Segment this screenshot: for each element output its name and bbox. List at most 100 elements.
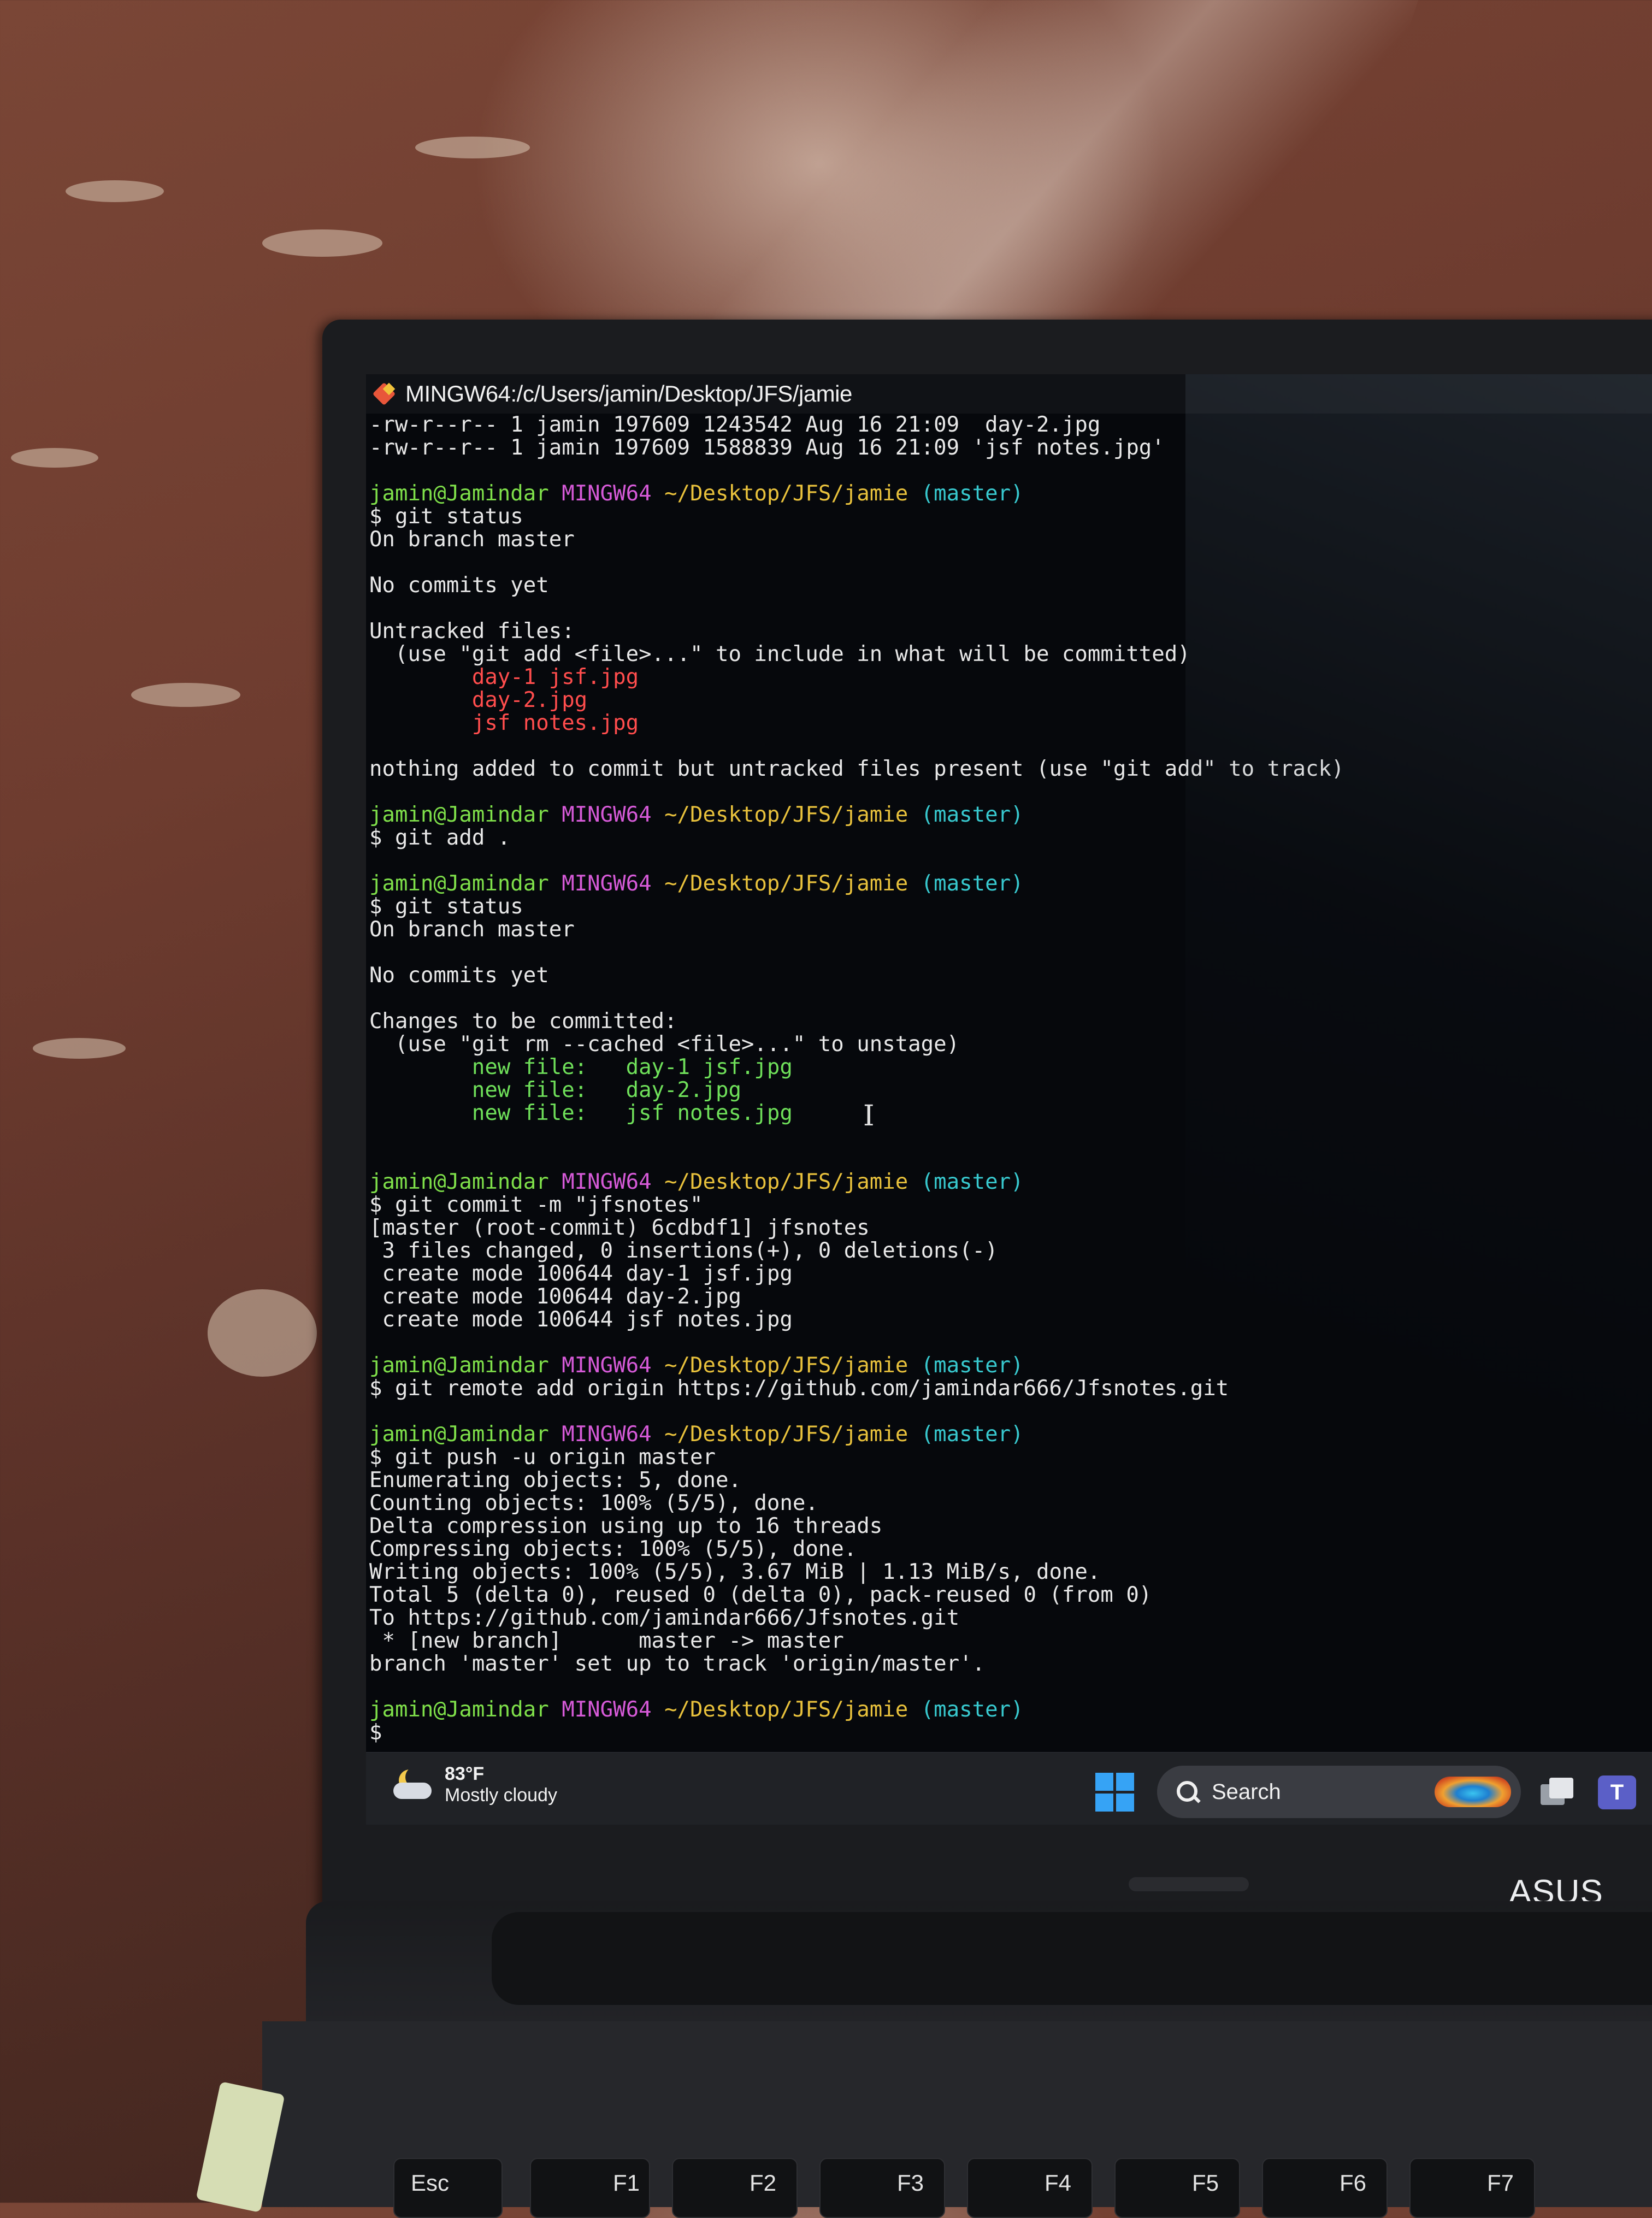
staged-file: new file: jsf notes.jpg <box>369 1101 793 1125</box>
teams-icon[interactable]: T <box>1598 1775 1636 1809</box>
bezel-notch <box>1129 1877 1249 1891</box>
prompt-branch: (master) <box>921 803 1024 827</box>
window-title: MINGW64:/c/Users/jamin/Desktop/JFS/jamie <box>405 381 852 406</box>
terminal-line: To https://github.com/jamindar666/Jfsnot… <box>369 1606 960 1630</box>
command-line: $ git add . <box>369 825 511 850</box>
table-fleck <box>208 1289 317 1377</box>
windows-taskbar: 83°F Mostly cloudy Search T <box>366 1752 1652 1825</box>
prompt-system: MINGW64 <box>562 871 652 896</box>
prompt-path: ~/Desktop/JFS/jamie <box>664 1170 908 1194</box>
key-label: F3 <box>897 2170 924 2196</box>
command-line: $ git commit -m "jfsnotes" <box>369 1193 703 1217</box>
search-highlight-icon <box>1435 1777 1511 1807</box>
prompt-branch: (master) <box>921 1697 1024 1722</box>
terminal-line: create mode 100644 day-1 jsf.jpg <box>369 1261 793 1286</box>
prompt-system: MINGW64 <box>562 803 652 827</box>
terminal-line: No commits yet <box>369 573 549 598</box>
weather-widget[interactable]: 83°F Mostly cloudy <box>393 1763 557 1806</box>
prompt-branch: (master) <box>921 1422 1024 1447</box>
shell-prompt: jamin@Jamindar MINGW64 ~/Desktop/JFS/jam… <box>369 1171 1652 1194</box>
table-fleck <box>33 1038 126 1059</box>
windows-start-button[interactable] <box>1095 1773 1135 1812</box>
prompt-branch: (master) <box>921 1170 1024 1194</box>
key-label: F4 <box>1045 2170 1072 2196</box>
terminal-line: * [new branch] master -> master <box>369 1629 844 1653</box>
key-label: Esc <box>411 2170 450 2196</box>
terminal-line: create mode 100644 day-2.jpg <box>369 1284 741 1309</box>
key-f2[interactable]: F2 <box>672 2158 798 2218</box>
prompt-system: MINGW64 <box>562 1697 652 1722</box>
key-f5[interactable]: F5 <box>1114 2158 1240 2218</box>
windows-logo-icon <box>1095 1773 1113 1791</box>
taskbar-search-box[interactable]: Search <box>1157 1766 1521 1818</box>
key-f7[interactable]: F7 <box>1409 2158 1535 2218</box>
prompt-user: jamin@Jamindar <box>369 1697 549 1722</box>
table-fleck <box>262 229 382 257</box>
key-f1[interactable]: F1 <box>530 2158 650 2218</box>
shell-prompt: jamin@Jamindar MINGW64 ~/Desktop/JFS/jam… <box>369 872 1652 895</box>
prompt-user: jamin@Jamindar <box>369 1170 549 1194</box>
key-label: F6 <box>1340 2170 1367 2196</box>
key-f4[interactable]: F4 <box>967 2158 1093 2218</box>
key-f3[interactable]: F3 <box>819 2158 945 2218</box>
prompt-user: jamin@Jamindar <box>369 803 549 827</box>
table-fleck <box>11 448 98 468</box>
table-fleck <box>131 683 240 707</box>
shell-prompt: jamin@Jamindar MINGW64 ~/Desktop/JFS/jam… <box>369 804 1652 827</box>
task-view-button[interactable] <box>1541 1778 1576 1806</box>
key-label: F5 <box>1192 2170 1219 2196</box>
terminal-line: No commits yet <box>369 963 549 988</box>
prompt-user: jamin@Jamindar <box>369 481 549 506</box>
moon-cloud-icon <box>393 1766 432 1801</box>
table-fleck <box>66 180 164 202</box>
table-fleck <box>415 137 530 158</box>
search-icon <box>1177 1781 1201 1803</box>
key-label: F2 <box>750 2170 777 2196</box>
terminal-line: -rw-r--r-- 1 jamin 197609 1588839 Aug 16… <box>369 435 1165 460</box>
hinge-bar <box>492 1912 1652 2005</box>
prompt-system: MINGW64 <box>562 1422 652 1447</box>
command-line: $ git status <box>369 504 523 529</box>
command-line: $ git push -u origin master <box>369 1445 716 1470</box>
prompt-system: MINGW64 <box>562 1353 652 1378</box>
prompt-user: jamin@Jamindar <box>369 1353 549 1378</box>
git-bash-icon <box>371 381 397 406</box>
prompt-path: ~/Desktop/JFS/jamie <box>664 803 908 827</box>
terminal-output[interactable]: -rw-r--r-- 1 jamin 197609 1243542 Aug 16… <box>366 414 1652 1752</box>
terminal-line: (use "git rm --cached <file>..." to unst… <box>369 1032 960 1057</box>
prompt-branch: (master) <box>921 481 1024 506</box>
weather-description: Mostly cloudy <box>445 1785 557 1806</box>
terminal-line: Writing objects: 100% (5/5), 3.67 MiB | … <box>369 1560 1101 1584</box>
terminal-line: (use "git add <file>..." to include in w… <box>369 642 1190 666</box>
weather-temperature: 83°F <box>445 1763 485 1784</box>
terminal-line: Untracked files: <box>369 619 575 644</box>
prompt-branch: (master) <box>921 1353 1024 1378</box>
terminal-line: Enumerating objects: 5, done. <box>369 1468 741 1493</box>
prompt-path: ~/Desktop/JFS/jamie <box>664 1422 908 1447</box>
prompt-system: MINGW64 <box>562 481 652 506</box>
command-line[interactable]: $ <box>369 1721 1652 1744</box>
shell-prompt: jamin@Jamindar MINGW64 ~/Desktop/JFS/jam… <box>369 1698 1652 1721</box>
shell-prompt: jamin@Jamindar MINGW64 ~/Desktop/JFS/jam… <box>369 1354 1652 1377</box>
terminal-line: On branch master <box>369 527 575 552</box>
terminal-line: -rw-r--r-- 1 jamin 197609 1243542 Aug 16… <box>369 412 1101 437</box>
key-label: F1 <box>613 2170 640 2196</box>
prompt-system: MINGW64 <box>562 1170 652 1194</box>
staged-file: new file: day-2.jpg <box>369 1078 741 1102</box>
terminal-line: Counting objects: 100% (5/5), done. <box>369 1491 818 1515</box>
command-line: $ git remote add origin https://github.c… <box>369 1376 1229 1401</box>
prompt-branch: (master) <box>921 871 1024 896</box>
prompt-path: ~/Desktop/JFS/jamie <box>664 481 908 506</box>
untracked-file: day-1 jsf.jpg <box>369 665 639 689</box>
key-esc[interactable]: Esc <box>393 2158 503 2218</box>
shell-prompt: jamin@Jamindar MINGW64 ~/Desktop/JFS/jam… <box>369 482 1652 505</box>
terminal-line: branch 'master' set up to track 'origin/… <box>369 1651 986 1676</box>
terminal-line: create mode 100644 jsf notes.jpg <box>369 1307 793 1332</box>
staged-file: new file: day-1 jsf.jpg <box>369 1055 793 1079</box>
terminal-line: On branch master <box>369 917 575 942</box>
key-f6[interactable]: F6 <box>1262 2158 1388 2218</box>
laptop-screen: MINGW64:/c/Users/jamin/Desktop/JFS/jamie… <box>366 374 1652 1825</box>
terminal-title-bar[interactable]: MINGW64:/c/Users/jamin/Desktop/JFS/jamie <box>366 374 1652 414</box>
terminal-line: Total 5 (delta 0), reused 0 (delta 0), p… <box>369 1583 1152 1607</box>
key-label: F7 <box>1487 2170 1514 2196</box>
